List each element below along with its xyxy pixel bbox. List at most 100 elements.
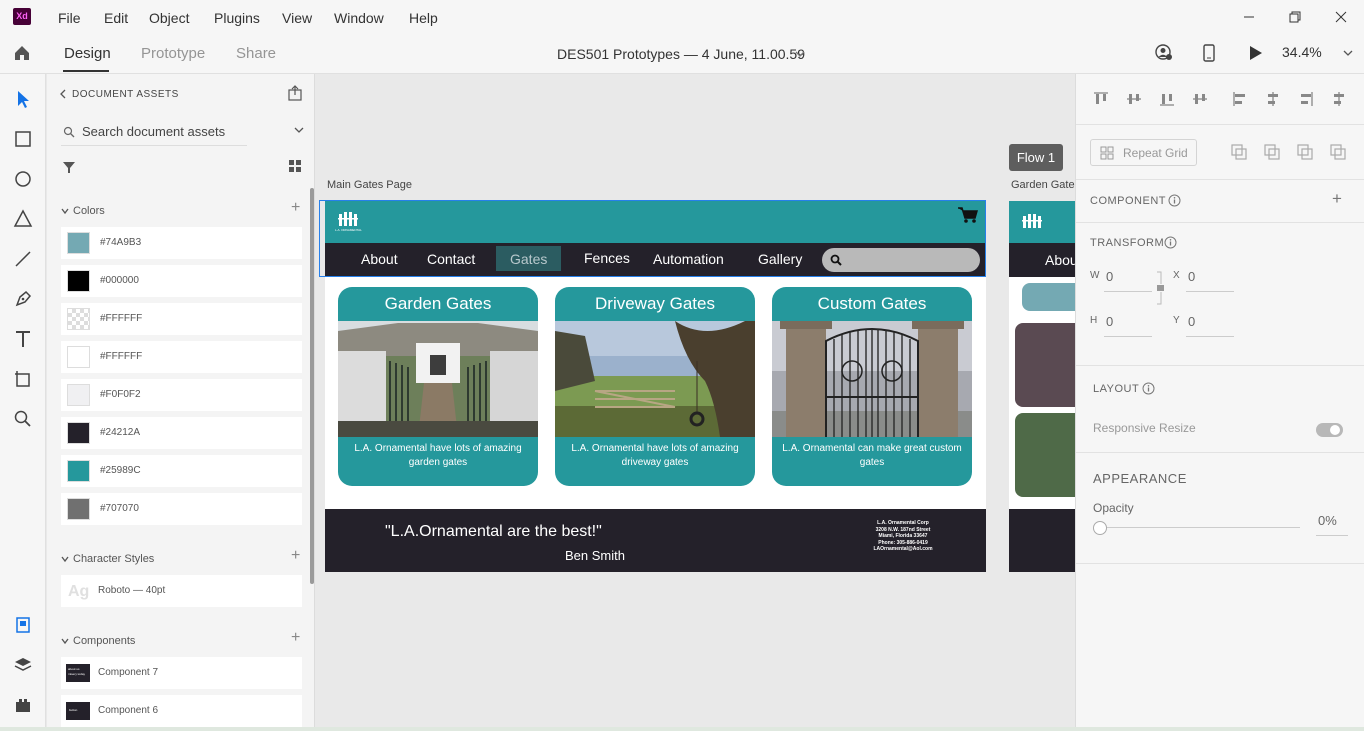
- color-swatch-item[interactable]: #FFFFFF: [61, 303, 302, 335]
- add-component-state-icon[interactable]: +: [1332, 189, 1342, 209]
- toggle-knob: [1330, 425, 1340, 435]
- tab-share[interactable]: Share: [236, 45, 276, 62]
- opacity-slider-track[interactable]: [1100, 527, 1300, 528]
- color-swatch-item[interactable]: #000000: [61, 265, 302, 297]
- info-icon[interactable]: [1168, 194, 1181, 207]
- boolean-subtract-icon[interactable]: [1263, 143, 1281, 161]
- artboard2-label[interactable]: Garden Gates: [1011, 179, 1075, 191]
- tab-prototype[interactable]: Prototype: [141, 45, 205, 62]
- opacity-field[interactable]: 0%: [1316, 510, 1348, 536]
- zoom-tool-icon[interactable]: [12, 408, 34, 430]
- responsive-resize-toggle[interactable]: [1316, 423, 1343, 437]
- distribute-horizontal-icon[interactable]: [1330, 90, 1348, 108]
- filter-icon[interactable]: [62, 160, 76, 174]
- device-preview-icon[interactable]: [1201, 43, 1217, 63]
- collapse-colors-icon[interactable]: [61, 207, 69, 215]
- info-icon[interactable]: [1164, 236, 1177, 249]
- x-field[interactable]: 0: [1186, 266, 1234, 292]
- boolean-add-icon[interactable]: [1230, 143, 1248, 161]
- play-icon[interactable]: [1246, 43, 1264, 63]
- text-tool-icon[interactable]: [12, 328, 34, 350]
- x-value: 0: [1188, 269, 1196, 284]
- repeat-grid-button[interactable]: Repeat Grid: [1090, 139, 1197, 166]
- color-swatch-item[interactable]: #FFFFFF: [61, 341, 302, 373]
- distribute-vertical-icon[interactable]: [1191, 90, 1209, 108]
- y-label: Y: [1173, 315, 1181, 326]
- boolean-exclude-icon[interactable]: [1329, 143, 1347, 161]
- card-garden-gates[interactable]: Garden Gates L.A. Ornamental have lots o…: [338, 287, 538, 486]
- opacity-label: Opacity: [1093, 501, 1134, 515]
- opacity-slider-thumb[interactable]: [1093, 521, 1107, 535]
- chevron-down-icon[interactable]: [794, 48, 806, 60]
- assets-panel-icon[interactable]: [12, 614, 34, 636]
- collapse-components-icon[interactable]: [61, 637, 69, 645]
- back-chevron-icon[interactable]: [59, 88, 67, 100]
- add-color-icon[interactable]: +: [291, 199, 300, 217]
- assets-scrollbar[interactable]: [310, 188, 314, 584]
- ellipse-tool-icon[interactable]: [12, 168, 34, 190]
- menu-window[interactable]: Window: [334, 10, 384, 26]
- align-center-icon[interactable]: [1264, 90, 1282, 108]
- align-left-icon[interactable]: [1231, 90, 1249, 108]
- color-swatch-item[interactable]: #F0F0F2: [61, 379, 302, 411]
- zoom-chevron-icon[interactable]: [1342, 47, 1354, 59]
- flow-badge[interactable]: Flow 1: [1009, 144, 1063, 171]
- document-title[interactable]: DES501 Prototypes — 4 June, 11.00.59: [557, 46, 805, 62]
- boolean-intersect-icon[interactable]: [1296, 143, 1314, 161]
- polygon-tool-icon[interactable]: [12, 208, 34, 230]
- height-field[interactable]: 0: [1104, 311, 1152, 337]
- search-input[interactable]: Search document assets: [61, 120, 247, 146]
- garden-gates-artboard[interactable]: Abou: [1009, 201, 1075, 572]
- color-swatch-item[interactable]: #25989C: [61, 455, 302, 487]
- search-placeholder: Search document assets: [82, 124, 226, 139]
- design-canvas[interactable]: Main Gates Page Flow 1 Garden Gates L.A.…: [315, 74, 1075, 731]
- character-style-item[interactable]: Ag Roboto — 40pt: [61, 575, 302, 607]
- align-bottom-icon[interactable]: [1158, 90, 1176, 108]
- layers-icon[interactable]: [12, 654, 34, 676]
- restore-icon[interactable]: [1286, 8, 1304, 26]
- window-bottom-edge: [0, 727, 1364, 731]
- artboard-tool-icon[interactable]: [12, 368, 34, 390]
- minimize-icon[interactable]: [1240, 8, 1258, 26]
- align-right-icon[interactable]: [1297, 90, 1315, 108]
- search-dropdown-icon[interactable]: [293, 124, 305, 136]
- menu-edit[interactable]: Edit: [104, 10, 128, 26]
- component-item[interactable]: about us misery today Component 7: [61, 657, 302, 689]
- rectangle-tool-icon[interactable]: [12, 128, 34, 150]
- y-field[interactable]: 0: [1186, 311, 1234, 337]
- line-tool-icon[interactable]: [12, 248, 34, 270]
- color-swatch: [67, 308, 90, 330]
- menu-file[interactable]: File: [58, 10, 81, 26]
- collapse-character-styles-icon[interactable]: [61, 555, 69, 563]
- info-icon[interactable]: [1142, 382, 1155, 395]
- component-item[interactable]: button Component 6: [61, 695, 302, 727]
- card-driveway-gates[interactable]: Driveway Gates L.A. Ornamental have lots…: [555, 287, 755, 486]
- align-top-icon[interactable]: [1092, 90, 1110, 108]
- color-swatch-item[interactable]: #707070: [61, 493, 302, 525]
- plugins-icon[interactable]: [12, 694, 34, 716]
- zoom-level[interactable]: 34.4%: [1282, 44, 1322, 60]
- align-middle-icon[interactable]: [1125, 90, 1143, 108]
- divider: [1076, 222, 1364, 223]
- grid-view-icon[interactable]: [288, 159, 302, 173]
- menu-plugins[interactable]: Plugins: [214, 10, 260, 26]
- tab-design[interactable]: Design: [64, 45, 111, 62]
- menu-view[interactable]: View: [282, 10, 312, 26]
- lock-aspect-icon[interactable]: [1155, 270, 1165, 306]
- main-gates-artboard[interactable]: L.A. ORNAMENTAL About Contact Gates Fenc…: [319, 200, 986, 572]
- color-swatch-item[interactable]: #74A9B3: [61, 227, 302, 259]
- width-field[interactable]: 0: [1104, 266, 1152, 292]
- card-custom-gates[interactable]: Custom Gates L.A. Ornamental can make gr…: [772, 287, 972, 486]
- add-component-icon[interactable]: +: [291, 629, 300, 647]
- add-character-style-icon[interactable]: +: [291, 547, 300, 565]
- color-swatch-item[interactable]: #24212A: [61, 417, 302, 449]
- home-icon[interactable]: [12, 43, 32, 63]
- menu-object[interactable]: Object: [149, 10, 189, 26]
- close-icon[interactable]: [1332, 8, 1350, 26]
- export-icon[interactable]: [287, 85, 303, 101]
- menu-help[interactable]: Help: [409, 10, 438, 26]
- user-invite-icon[interactable]: [1154, 43, 1174, 63]
- pen-tool-icon[interactable]: [12, 288, 34, 310]
- artboard-label[interactable]: Main Gates Page: [327, 179, 412, 191]
- select-tool-icon[interactable]: [12, 88, 34, 110]
